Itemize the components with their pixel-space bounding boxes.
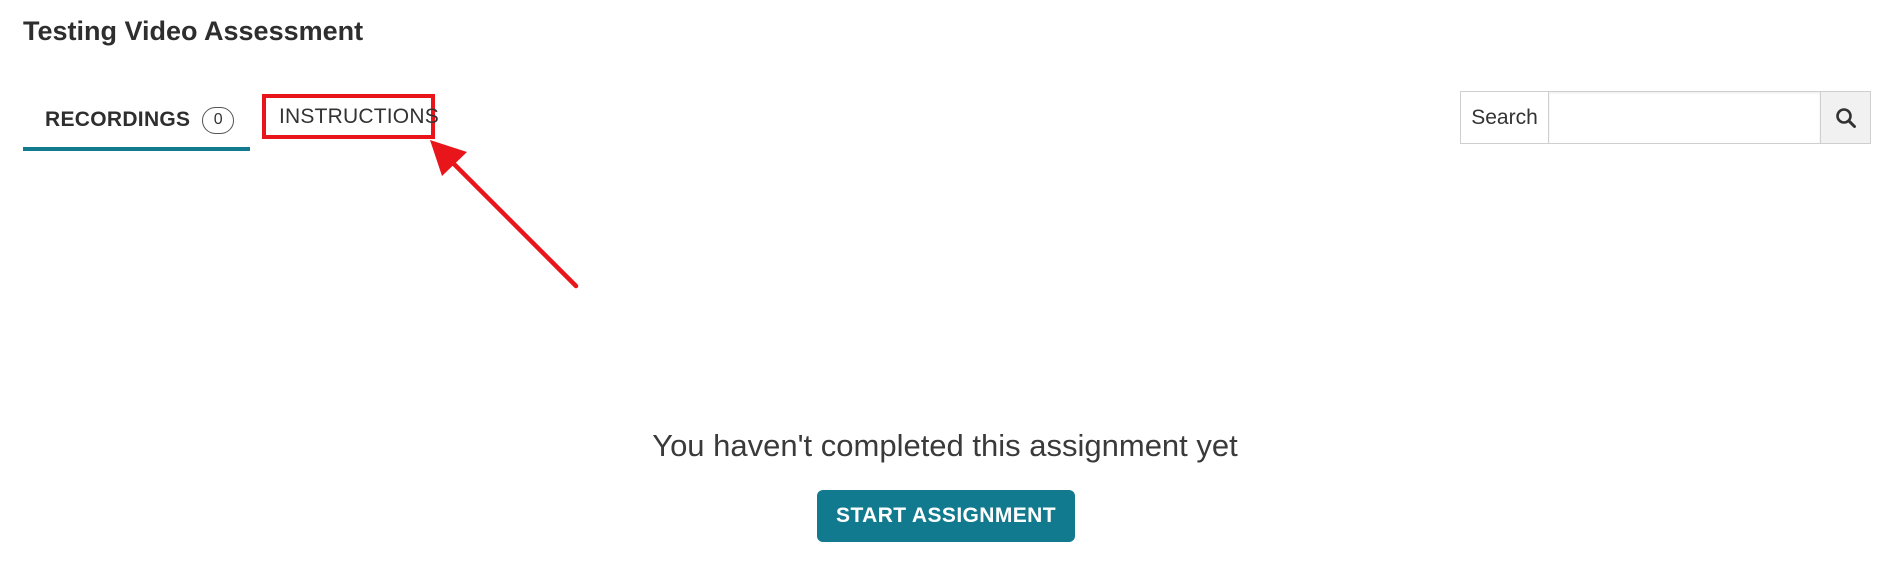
search-input[interactable] [1549, 92, 1820, 143]
start-assignment-button[interactable]: START ASSIGNMENT [817, 490, 1075, 542]
tab-instructions-label: INSTRUCTIONS [279, 104, 439, 128]
tab-recordings[interactable]: RECORDINGS 0 [23, 92, 250, 148]
empty-state-message: You haven't completed this assignment ye… [652, 428, 1238, 463]
active-tab-indicator [23, 147, 250, 151]
tab-instructions[interactable]: INSTRUCTIONS [262, 94, 439, 139]
search-group: Search [1460, 91, 1871, 144]
search-icon [1835, 107, 1856, 128]
tab-recordings-label: RECORDINGS [45, 108, 191, 131]
search-label: Search [1461, 92, 1549, 143]
annotation-arrow-icon [430, 140, 579, 289]
recordings-count-badge: 0 [202, 106, 235, 134]
page-title: Testing Video Assessment [23, 16, 364, 46]
search-button[interactable] [1820, 92, 1870, 143]
